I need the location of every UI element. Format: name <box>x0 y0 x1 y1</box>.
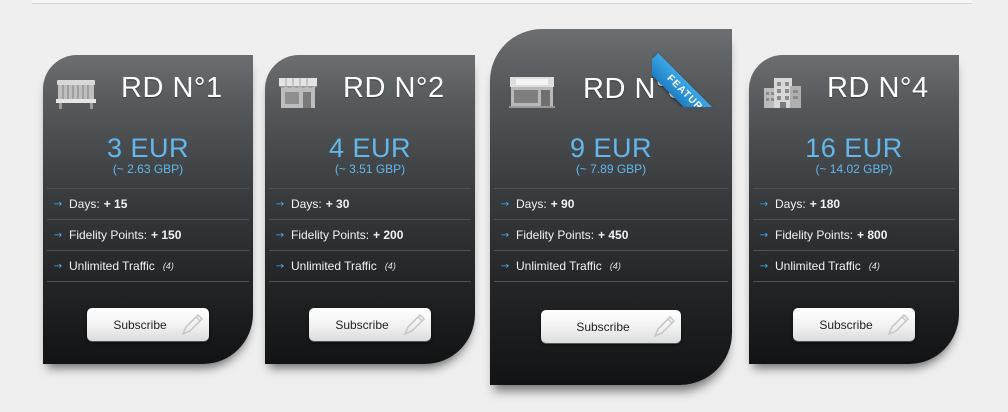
feature-value: + 90 <box>550 197 575 211</box>
feature-days: → Days: + 15 <box>47 189 249 220</box>
featured-ribbon-label: FEATURED <box>652 53 736 107</box>
price-eur: 4 EUR <box>328 133 412 163</box>
price-gbp: (~ 7.89 GBP) <box>575 162 647 176</box>
feature-unlimited-traffic: → Unlimited Traffic (4) <box>494 251 728 282</box>
plan-title: RD N°4 <box>827 72 929 104</box>
feature-label: Unlimited Traffic <box>516 259 602 273</box>
top-panel <box>32 0 972 4</box>
subscribe-button[interactable]: Subscribe <box>541 310 681 343</box>
arrow-right-icon: → <box>275 198 285 210</box>
feature-label: Days: <box>291 197 322 211</box>
price-eur: 9 EUR <box>569 133 653 163</box>
subscribe-label: Subscribe <box>819 317 873 332</box>
store-front-icon <box>508 73 556 109</box>
price-block: 9 EUR (~ 7.89 GBP) <box>490 133 732 176</box>
subscribe-label: Subscribe <box>335 317 389 332</box>
arrow-right-icon: → <box>759 260 769 272</box>
arrow-right-icon: → <box>500 229 510 241</box>
feature-unlimited-traffic: → Unlimited Traffic (4) <box>269 251 471 282</box>
feature-footnote: (4) <box>868 261 880 271</box>
plan-card-2: RD N°2 4 EUR (~ 3.51 GBP) → Days: + 30 →… <box>265 55 475 364</box>
subscribe-label: Subscribe <box>113 317 167 332</box>
arrow-right-icon: → <box>275 260 285 272</box>
feature-list: → Days: + 30 → Fidelity Points: + 200 → … <box>269 188 471 282</box>
subscribe-label: Subscribe <box>576 319 630 334</box>
feature-footnote: (4) <box>609 261 621 271</box>
feature-value: + 180 <box>809 197 841 211</box>
featured-ribbon: FEATURED <box>652 23 736 107</box>
pencil-icon <box>883 311 911 338</box>
price-gbp: (~ 2.63 GBP) <box>112 162 184 176</box>
feature-value: + 200 <box>373 228 404 242</box>
plan-header: RD N°4 <box>749 55 959 125</box>
feature-days: → Days: + 90 <box>494 189 728 220</box>
feature-list: → Days: + 90 → Fidelity Points: + 450 → … <box>494 188 728 282</box>
feature-value: + 450 <box>598 228 629 242</box>
plan-card-3: RD N°3 9 EUR (~ 7.89 GBP) → Days: + 90 →… <box>490 29 736 385</box>
feature-fidelity-points: → Fidelity Points: + 450 <box>494 220 728 251</box>
price-eur: 3 EUR <box>106 133 190 163</box>
feature-label: Days: <box>69 197 100 211</box>
plan-title: RD N°2 <box>343 72 445 104</box>
pencil-icon <box>177 311 205 338</box>
feature-label: Fidelity Points: <box>291 228 370 242</box>
arrow-right-icon: → <box>500 198 510 210</box>
price-gbp: (~ 14.02 GBP) <box>815 162 893 176</box>
subscribe-button[interactable]: Subscribe <box>309 308 431 341</box>
feature-label: Days: <box>516 197 547 211</box>
feature-footnote: (4) <box>162 261 174 271</box>
plan-header: RD N°1 <box>43 55 253 125</box>
feature-unlimited-traffic: → Unlimited Traffic (4) <box>753 251 955 282</box>
feature-fidelity-points: → Fidelity Points: + 800 <box>753 220 955 251</box>
arrow-right-icon: → <box>53 229 63 241</box>
arrow-right-icon: → <box>53 260 63 272</box>
feature-label: Fidelity Points: <box>516 228 595 242</box>
price-block: 4 EUR (~ 3.51 GBP) <box>265 133 475 176</box>
feature-value: + 800 <box>857 228 888 242</box>
price-block: 16 EUR (~ 14.02 GBP) <box>749 133 959 176</box>
feature-list: → Days: + 180 → Fidelity Points: + 800 →… <box>753 188 955 282</box>
arrow-right-icon: → <box>759 198 769 210</box>
plan-card-1: RD N°1 3 EUR (~ 2.63 GBP) → Days: + 15 →… <box>43 55 253 364</box>
feature-footnote: (4) <box>384 261 396 271</box>
pencil-icon <box>649 313 677 340</box>
feature-label: Unlimited Traffic <box>291 259 377 273</box>
shop-awning-icon <box>277 74 319 110</box>
subscribe-button[interactable]: Subscribe <box>87 308 209 341</box>
pencil-icon <box>399 311 427 338</box>
feature-list: → Days: + 15 → Fidelity Points: + 150 → … <box>47 188 249 282</box>
price-gbp: (~ 3.51 GBP) <box>334 162 406 176</box>
feature-fidelity-points: → Fidelity Points: + 200 <box>269 220 471 251</box>
feature-label: Fidelity Points: <box>775 228 854 242</box>
arrow-right-icon: → <box>759 229 769 241</box>
feature-value: + 150 <box>151 228 182 242</box>
feature-value: + 15 <box>103 197 128 211</box>
subscribe-button[interactable]: Subscribe <box>793 308 915 341</box>
feature-days: → Days: + 180 <box>753 189 955 220</box>
feature-unlimited-traffic: → Unlimited Traffic (4) <box>47 251 249 282</box>
feature-days: → Days: + 30 <box>269 189 471 220</box>
feature-value: + 30 <box>325 197 350 211</box>
bench-icon <box>55 74 97 110</box>
office-building-icon <box>761 74 803 110</box>
feature-label: Unlimited Traffic <box>69 259 155 273</box>
plan-card-4: RD N°4 16 EUR (~ 14.02 GBP) → Days: + 18… <box>749 55 959 364</box>
price-block: 3 EUR (~ 2.63 GBP) <box>43 133 253 176</box>
arrow-right-icon: → <box>500 260 510 272</box>
arrow-right-icon: → <box>275 229 285 241</box>
feature-label: Days: <box>775 197 806 211</box>
arrow-right-icon: → <box>53 198 63 210</box>
feature-label: Fidelity Points: <box>69 228 148 242</box>
price-eur: 16 EUR <box>805 133 903 163</box>
plan-header: RD N°2 <box>265 55 475 125</box>
feature-fidelity-points: → Fidelity Points: + 150 <box>47 220 249 251</box>
plan-title: RD N°1 <box>121 72 223 104</box>
feature-label: Unlimited Traffic <box>775 259 861 273</box>
